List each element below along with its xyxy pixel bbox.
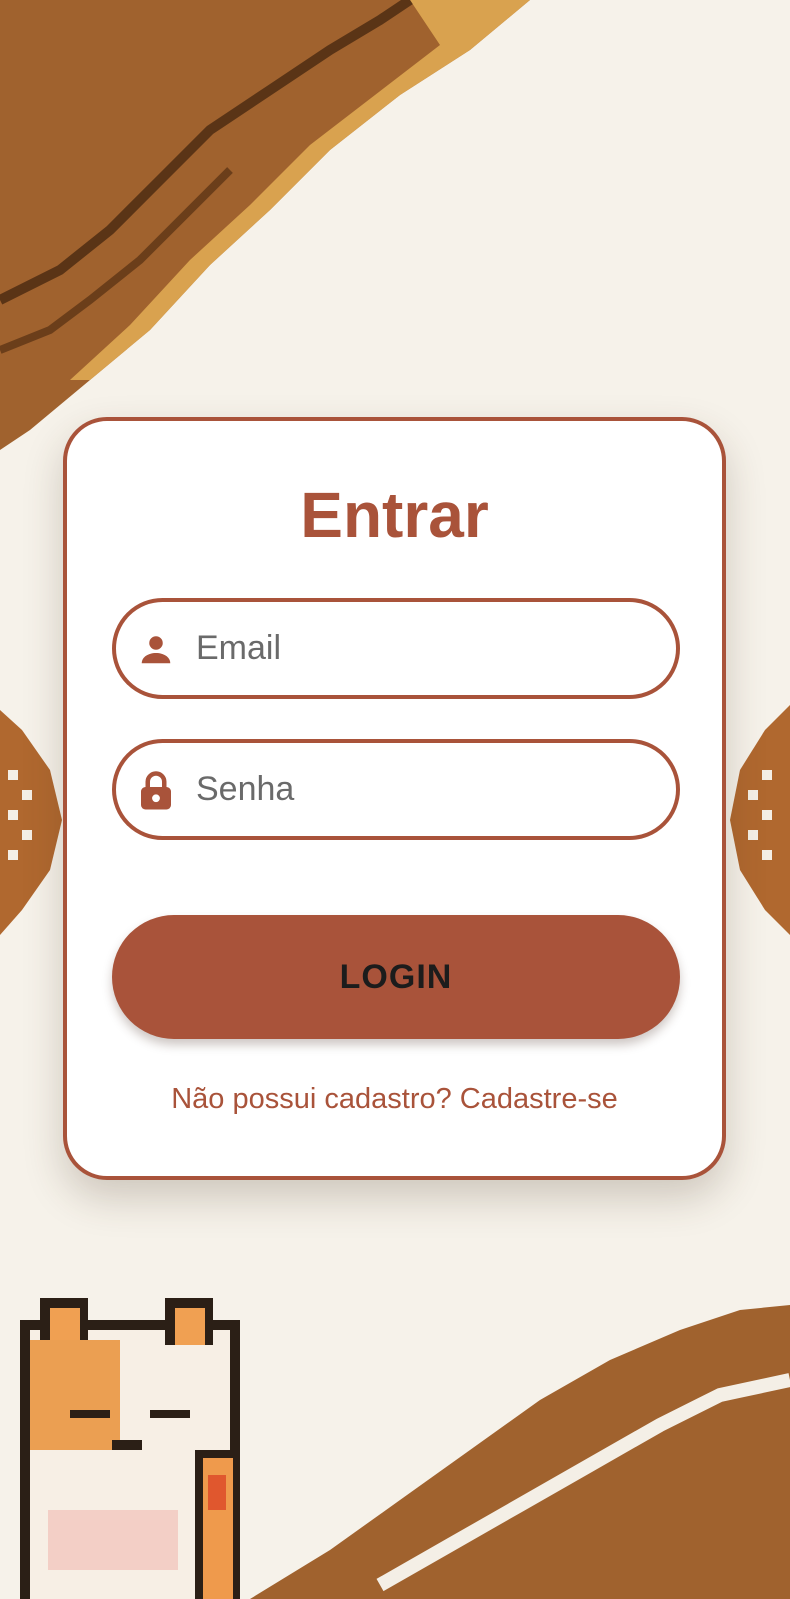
lock-icon	[136, 770, 176, 810]
signup-link[interactable]: Não possui cadastro? Cadastre-se	[67, 1083, 722, 1116]
login-card: Entrar LOGIN Não possui cadastro? Cadast…	[63, 417, 726, 1180]
top-left-stripe	[0, 0, 530, 450]
password-input[interactable]	[194, 769, 638, 810]
right-ornament	[730, 705, 790, 935]
pixel-cat	[20, 1298, 240, 1599]
bottom-right-stripe	[250, 1305, 790, 1599]
email-field[interactable]	[112, 598, 680, 699]
email-input[interactable]	[194, 628, 638, 669]
left-ornament	[0, 710, 62, 935]
page-title: Entrar	[300, 479, 489, 551]
password-field[interactable]	[112, 739, 680, 840]
person-icon	[136, 629, 176, 669]
login-button[interactable]: LOGIN	[112, 915, 680, 1039]
